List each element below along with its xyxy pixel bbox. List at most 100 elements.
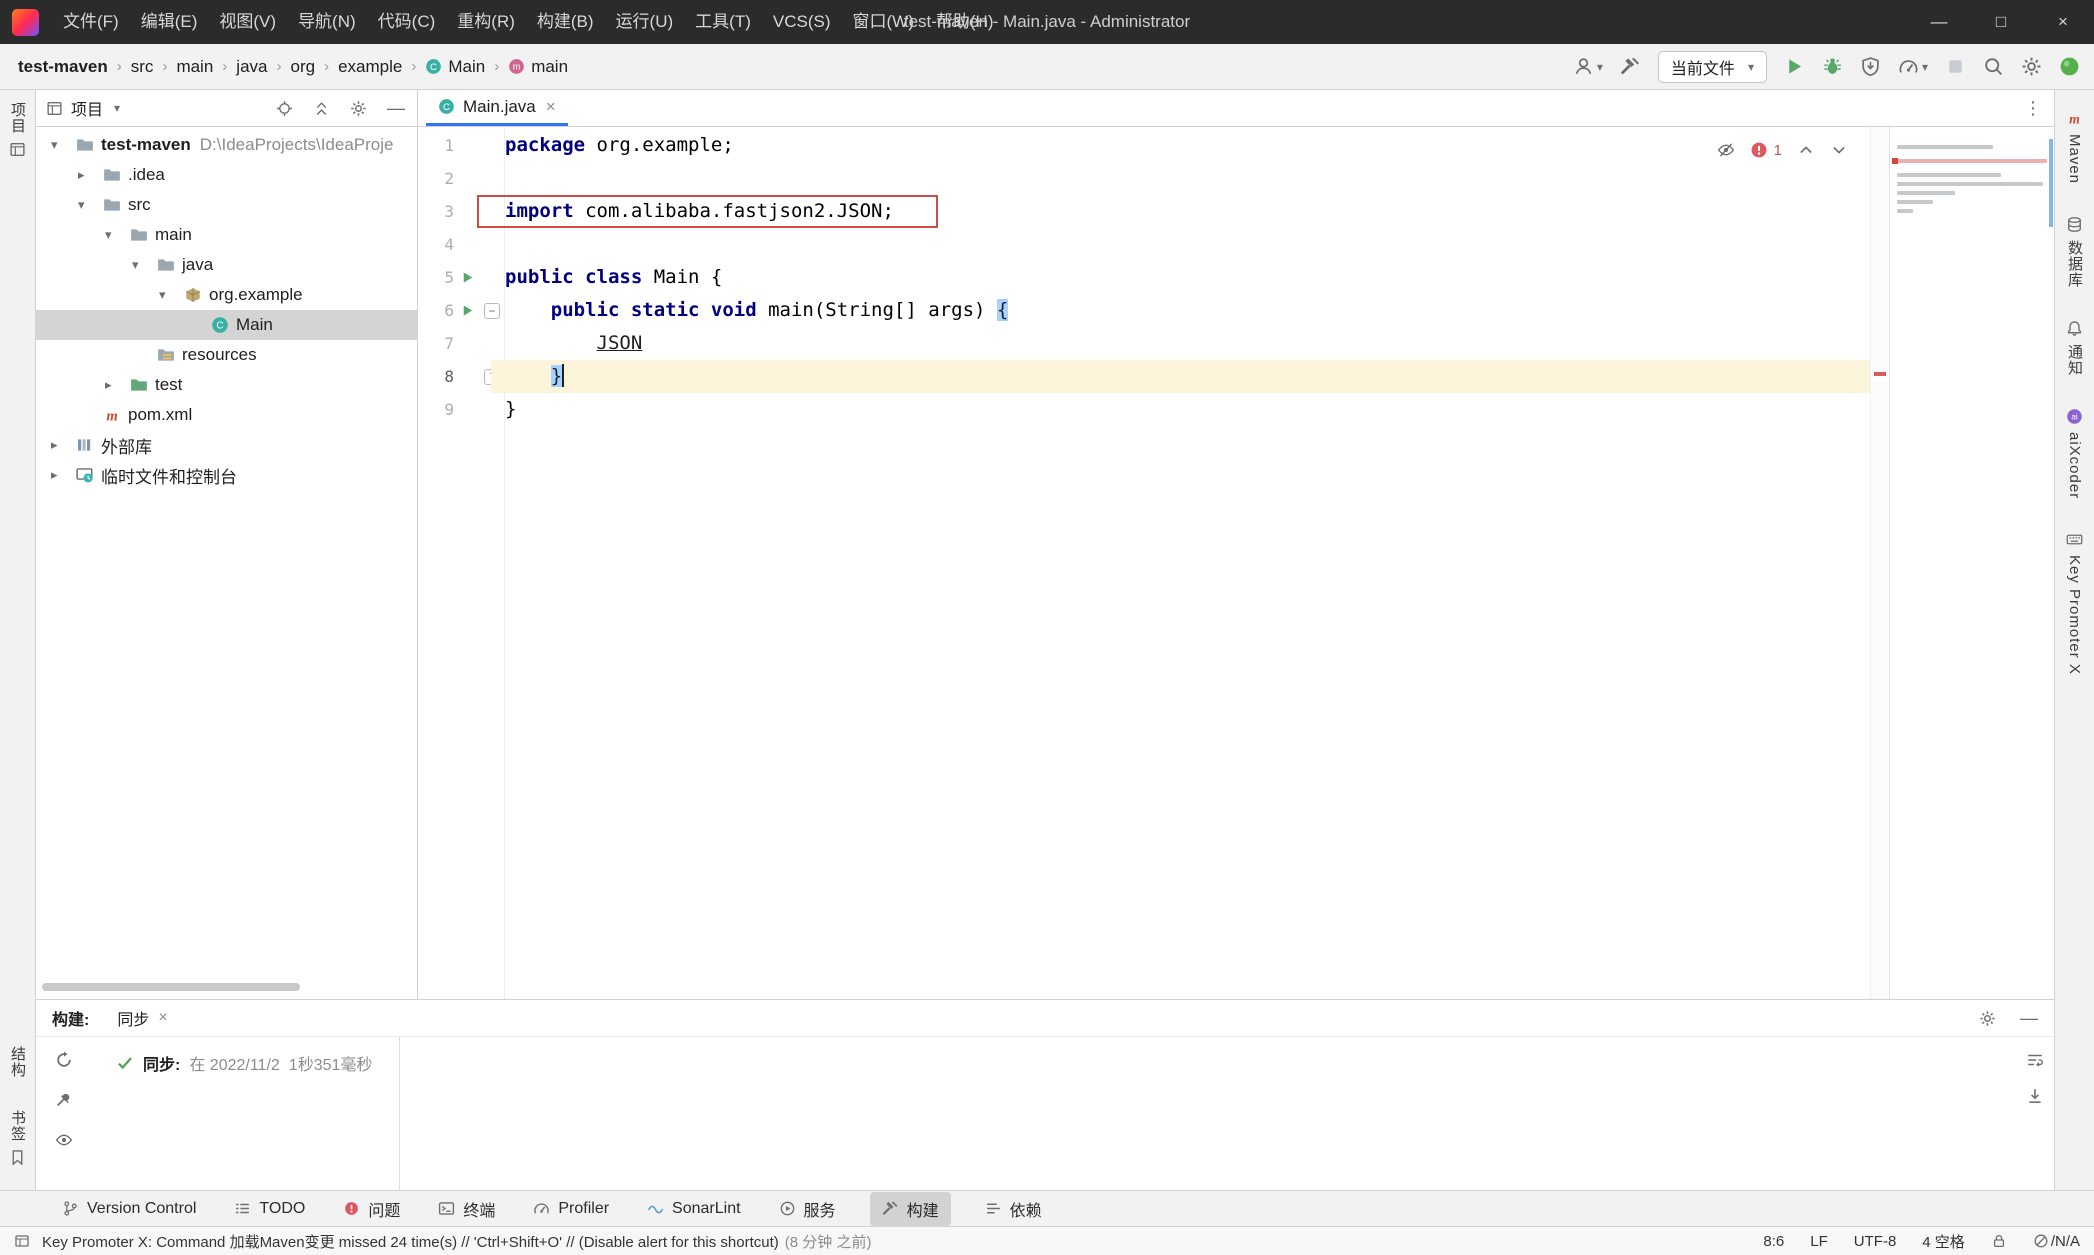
toolwindow-button-project[interactable]: 项目 — [7, 102, 28, 158]
scroll-to-end-button[interactable] — [2026, 1087, 2044, 1105]
toolwindow-toggle-icon[interactable] — [14, 1233, 30, 1249]
breadcrumb-item-example[interactable]: example — [336, 57, 404, 77]
indent-setting[interactable]: 4 空格 — [1922, 1231, 1965, 1252]
chevron-down-icon[interactable]: ▾ — [75, 197, 103, 213]
toolbar-button-version-control[interactable]: Version Control — [58, 1195, 200, 1223]
toolbar-button-构建[interactable]: 构建 — [870, 1192, 951, 1226]
tree-item-org-example[interactable]: ▾org.example — [36, 280, 417, 310]
toolbar-button-sonarlint[interactable]: SonarLint — [643, 1195, 745, 1223]
chevron-down-icon[interactable]: ▾ — [48, 137, 76, 153]
toolbar-button-依赖[interactable]: 依赖 — [981, 1192, 1046, 1226]
locate-file-button[interactable] — [276, 100, 293, 117]
plugin-green-icon[interactable] — [2059, 56, 2080, 77]
run-config-dropdown[interactable]: 当前文件▾ — [1658, 51, 1767, 83]
build-tab-sync[interactable]: 同步 × — [117, 1006, 167, 1030]
chevron-right-icon[interactable]: ▸ — [75, 167, 103, 183]
show-output-eye-button[interactable] — [55, 1131, 73, 1149]
horizontal-scrollbar[interactable] — [42, 983, 300, 991]
menu-item[interactable]: 导航(N) — [287, 0, 367, 44]
debug-button[interactable] — [1822, 56, 1843, 77]
toolbar-button-问题[interactable]: 问题 — [339, 1192, 404, 1226]
chevron-right-icon[interactable]: ▸ — [48, 437, 76, 453]
build-hammer-icon[interactable] — [1620, 56, 1641, 77]
close-icon[interactable]: × — [546, 97, 556, 117]
tree-item-test-maven[interactable]: ▾test-mavenD:\IdeaProjects\IdeaProje — [36, 130, 417, 160]
toolwindow-button-bookmarks[interactable]: 书签 — [7, 1110, 28, 1166]
toolwindow-button-maven[interactable]: mMaven — [2066, 110, 2083, 184]
tree-item-resources[interactable]: resources — [36, 340, 417, 370]
highlighting-eye-off-icon[interactable] — [1717, 141, 1735, 159]
soft-wrap-button[interactable] — [2026, 1051, 2044, 1069]
resync-button[interactable] — [55, 1051, 73, 1069]
toolwindow-button-key-promoter-x[interactable]: Key Promoter X — [2066, 531, 2083, 675]
breadcrumb-item-main[interactable]: CMain — [423, 57, 487, 77]
menu-item[interactable]: VCS(S) — [762, 0, 842, 44]
scrollbar-thumb[interactable] — [2049, 139, 2053, 227]
minimize-button[interactable]: — — [1908, 0, 1970, 44]
toolwindow-button-通知[interactable]: 通知 — [2064, 320, 2085, 376]
hide-panel-button[interactable]: — — [387, 100, 405, 117]
code-line-7[interactable]: JSON — [505, 327, 1870, 360]
coverage-button[interactable] — [1860, 56, 1881, 77]
toolbar-button-profiler[interactable]: Profiler — [529, 1195, 613, 1223]
tree-item-pom-xml[interactable]: mpom.xml — [36, 400, 417, 430]
chevron-down-icon[interactable]: ▾ — [129, 257, 157, 273]
menu-item[interactable]: 构建(B) — [526, 0, 605, 44]
toolwindow-button-aixcoder[interactable]: aiaiXcoder — [2066, 408, 2083, 499]
code-line-4[interactable] — [505, 228, 1870, 261]
code-line-8[interactable]: } — [505, 360, 1870, 393]
menu-item[interactable]: 工具(T) — [684, 0, 762, 44]
run-line-icon[interactable] — [460, 303, 475, 318]
error-stripe-mark[interactable] — [1874, 372, 1886, 376]
prev-error-chevron-up-icon[interactable] — [1797, 141, 1815, 159]
line-separator[interactable]: LF — [1810, 1233, 1828, 1250]
build-settings-gear-button[interactable] — [1979, 1010, 1996, 1027]
tree-item-main[interactable]: ▾main — [36, 220, 417, 250]
menu-item[interactable]: 文件(F) — [52, 0, 130, 44]
menu-item[interactable]: 编辑(E) — [130, 0, 209, 44]
code-line-1[interactable]: package org.example; — [505, 129, 1870, 162]
ai-status[interactable]: /N/A — [2033, 1233, 2080, 1250]
tree-item-src[interactable]: ▾src — [36, 190, 417, 220]
tree-item-外部库[interactable]: ▸外部库 — [36, 430, 417, 460]
caret-position[interactable]: 8:6 — [1763, 1233, 1784, 1250]
breadcrumb-item-org[interactable]: org — [288, 57, 317, 77]
toolbar-button-todo[interactable]: TODO — [230, 1195, 309, 1223]
breadcrumb-item-main[interactable]: mmain — [506, 57, 570, 77]
search-everywhere-button[interactable] — [1983, 56, 2004, 77]
run-line-icon[interactable] — [460, 270, 475, 285]
run-button[interactable] — [1784, 56, 1805, 77]
settings-gear-button[interactable] — [2021, 56, 2042, 77]
editor-options-button[interactable]: ⋮ — [2024, 90, 2054, 126]
file-encoding[interactable]: UTF-8 — [1854, 1233, 1897, 1250]
toolbar-button-终端[interactable]: 终端 — [434, 1192, 499, 1226]
hide-build-panel-button[interactable]: — — [2020, 1010, 2038, 1027]
user-menu-button[interactable]: ▾ — [1573, 56, 1603, 77]
close-button[interactable]: × — [2032, 0, 2094, 44]
next-error-chevron-down-icon[interactable] — [1830, 141, 1848, 159]
code-line-6[interactable]: public static void main(String[] args) { — [505, 294, 1870, 327]
tree-item-临时文件和控制台[interactable]: ▸临时文件和控制台 — [36, 460, 417, 490]
stop-button[interactable] — [1945, 56, 1966, 77]
menu-item[interactable]: 运行(U) — [605, 0, 685, 44]
breadcrumb-item-java[interactable]: java — [234, 57, 269, 77]
tree-item-main[interactable]: CMain — [36, 310, 417, 340]
code-editor[interactable]: package org.example;import com.alibaba.f… — [505, 127, 1870, 999]
code-line-9[interactable]: } — [505, 393, 1870, 426]
breadcrumb-item-test-maven[interactable]: test-maven — [16, 57, 110, 77]
tree-item-test[interactable]: ▸test — [36, 370, 417, 400]
tab-main-java[interactable]: C Main.java × — [426, 90, 568, 126]
tree-item-java[interactable]: ▾java — [36, 250, 417, 280]
close-icon[interactable]: × — [158, 1009, 167, 1027]
fold-collapse-icon[interactable]: − — [484, 303, 500, 319]
minimap[interactable] — [1889, 127, 2054, 999]
pin-button[interactable] — [55, 1091, 73, 1109]
chevron-down-icon[interactable]: ▾ — [156, 287, 184, 303]
maximize-button[interactable]: □ — [1970, 0, 2032, 44]
chevron-right-icon[interactable]: ▸ — [48, 467, 76, 483]
toolwindow-button-数据库[interactable]: 数据库 — [2064, 216, 2085, 288]
build-result-row[interactable]: 同步: 在 2022/11/2 1秒351毫秒 — [116, 1051, 399, 1075]
toolbar-button-服务[interactable]: 服务 — [775, 1192, 840, 1226]
menu-item[interactable]: 视图(V) — [208, 0, 287, 44]
chevron-right-icon[interactable]: ▸ — [102, 377, 130, 393]
